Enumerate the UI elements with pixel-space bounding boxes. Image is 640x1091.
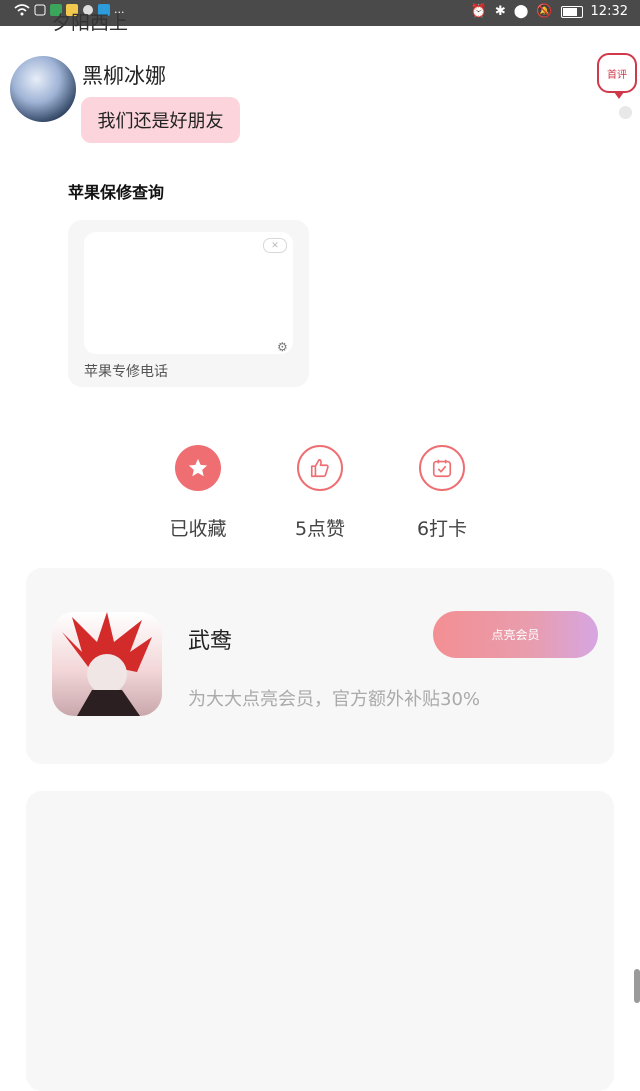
section-title: 苹果保修查询 — [68, 183, 165, 202]
status-icons-right: ⏰ ✱ ⬤ 🔕 12:32 — [471, 4, 628, 19]
content-panel — [26, 791, 614, 1091]
app-icon — [34, 4, 46, 21]
gear-icon[interactable]: ⚙ — [277, 340, 288, 354]
checkin-label: 6打卡 — [416, 518, 468, 540]
comment-bubble[interactable]: 我们还是好朋友 — [81, 97, 240, 143]
battery-icon — [560, 5, 583, 18]
clipped-title: 夕阳西上 — [52, 12, 129, 34]
light-vip-button[interactable]: 点亮会员 — [433, 611, 598, 658]
mute-icon: 🔕 — [536, 4, 553, 19]
calendar-check-icon — [419, 445, 465, 491]
first-comment-badge: 首评 — [597, 53, 637, 99]
like-label: 5点赞 — [294, 518, 346, 540]
author-avatar[interactable] — [52, 612, 162, 716]
avatar[interactable] — [10, 56, 76, 122]
checkin-button[interactable]: 6打卡 — [402, 445, 482, 541]
card-caption: 苹果专修电话 — [84, 364, 168, 380]
close-icon[interactable]: ✕ — [263, 238, 287, 253]
star-icon — [175, 445, 221, 491]
comment-username[interactable]: 黑柳冰娜 — [82, 60, 166, 90]
thumbs-up-icon — [297, 445, 343, 491]
favorite-button[interactable]: 已收藏 — [158, 445, 238, 541]
first-comment-label: 首评 — [607, 69, 627, 81]
author-name: 武鸯 — [188, 629, 233, 654]
like-button[interactable]: 5点赞 — [280, 445, 360, 541]
indicator-dot — [619, 106, 632, 119]
clock: 12:32 — [590, 4, 628, 19]
bluetooth-icon: ✱ — [494, 4, 506, 19]
alarm-icon: ⏰ — [470, 4, 487, 19]
vip-promo-card: 武鸯 为大大点亮会员，官方额外补贴30% 点亮会员 — [26, 568, 614, 764]
favorite-label: 已收藏 — [169, 518, 227, 540]
link-card[interactable]: ✕ 苹果专修电话 — [68, 220, 309, 387]
wifi-icon — [14, 4, 30, 21]
location-icon: ⬤ — [513, 4, 529, 19]
vip-button-label: 点亮会员 — [491, 628, 540, 642]
card-preview: ✕ — [84, 232, 293, 354]
comment-text: 我们还是好朋友 — [97, 111, 224, 132]
scrollbar[interactable] — [634, 969, 640, 1003]
promo-description: 为大大点亮会员，官方额外补贴30% — [188, 689, 481, 710]
